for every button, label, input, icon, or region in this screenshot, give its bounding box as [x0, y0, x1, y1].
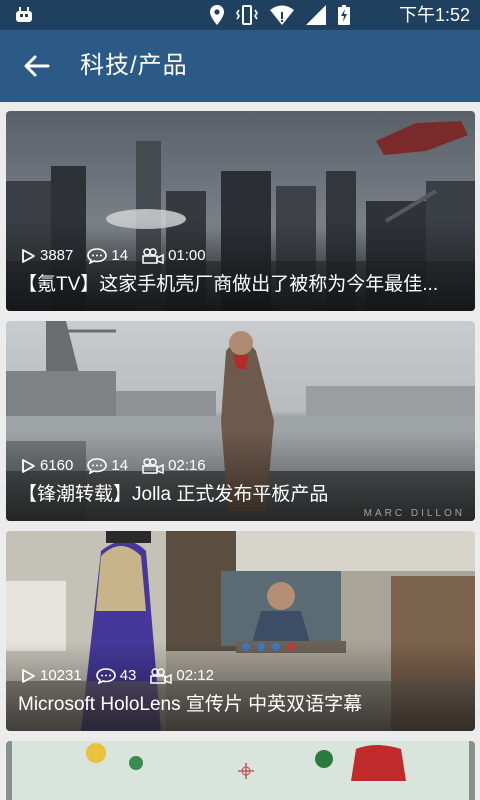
location-icon	[210, 5, 224, 25]
arrow-back-icon[interactable]	[22, 52, 50, 80]
video-card[interactable]: 3887 14 01:00 【氪TV】这家手机壳厂商做出了被称为今年最佳...	[6, 111, 475, 311]
signal-icon	[306, 5, 326, 25]
comment-count-value: 43	[119, 667, 137, 684]
video-camera-icon	[142, 457, 164, 474]
video-duration: 01:00	[142, 247, 206, 264]
video-thumbnail	[6, 741, 475, 800]
video-duration-value: 01:00	[168, 247, 206, 264]
play-icon	[22, 458, 35, 473]
comment-count: 14	[87, 457, 128, 474]
thumbnail-overlay	[6, 641, 475, 731]
video-title: Microsoft HoloLens 宣传片 中英双语字幕	[18, 694, 363, 715]
video-card[interactable]	[6, 741, 475, 800]
comment-icon	[87, 247, 108, 264]
comment-icon	[95, 667, 116, 684]
comment-icon	[87, 457, 108, 474]
status-bar: 下午1:52	[0, 0, 480, 30]
video-title: 【锋潮转载】Jolla 正式发布平板产品	[18, 484, 329, 505]
play-icon	[22, 248, 35, 263]
video-duration: 02:16	[142, 457, 206, 474]
video-duration: 02:12	[150, 667, 214, 684]
video-duration-value: 02:16	[168, 457, 206, 474]
video-stats: 6160 14 02:16	[20, 457, 214, 474]
play-icon	[22, 668, 35, 683]
status-time: 下午1:52	[398, 5, 470, 25]
wifi-icon	[270, 5, 294, 25]
comment-count-value: 14	[111, 457, 129, 474]
thumbnail-watermark: MARC DILLON	[363, 508, 465, 519]
play-count-value: 6160	[40, 457, 74, 474]
video-camera-icon	[142, 247, 164, 264]
play-count-value: 3887	[40, 247, 74, 264]
video-title: 【氪TV】这家手机壳厂商做出了被称为今年最佳...	[18, 274, 439, 295]
comment-count-value: 14	[111, 247, 129, 264]
play-count-value: 10231	[40, 667, 82, 684]
page-title: 科技/产品	[80, 52, 188, 79]
battery-charging-icon	[338, 5, 350, 25]
video-card[interactable]: 6160 14 02:16 【锋潮转载】Jolla 正式发布平板产品 MARC …	[6, 321, 475, 521]
vibrate-icon	[236, 5, 258, 25]
video-card[interactable]: 10231 43 02:12 Microsoft HoloLens 宣传片 中英…	[6, 531, 475, 731]
thumbnail-overlay	[6, 221, 475, 311]
play-count: 3887	[20, 247, 73, 264]
play-count: 10231	[20, 667, 82, 684]
video-stats: 10231 43 02:12	[20, 667, 222, 684]
video-stats: 3887 14 01:00	[20, 247, 214, 264]
android-bug-icon	[16, 7, 32, 22]
comment-count: 14	[87, 247, 128, 264]
video-camera-icon	[150, 667, 173, 684]
app-toolbar: 科技/产品	[0, 30, 480, 102]
play-count: 6160	[20, 457, 73, 474]
status-icons	[210, 5, 350, 25]
comment-count: 43	[95, 667, 137, 684]
video-duration-value: 02:12	[176, 667, 214, 684]
